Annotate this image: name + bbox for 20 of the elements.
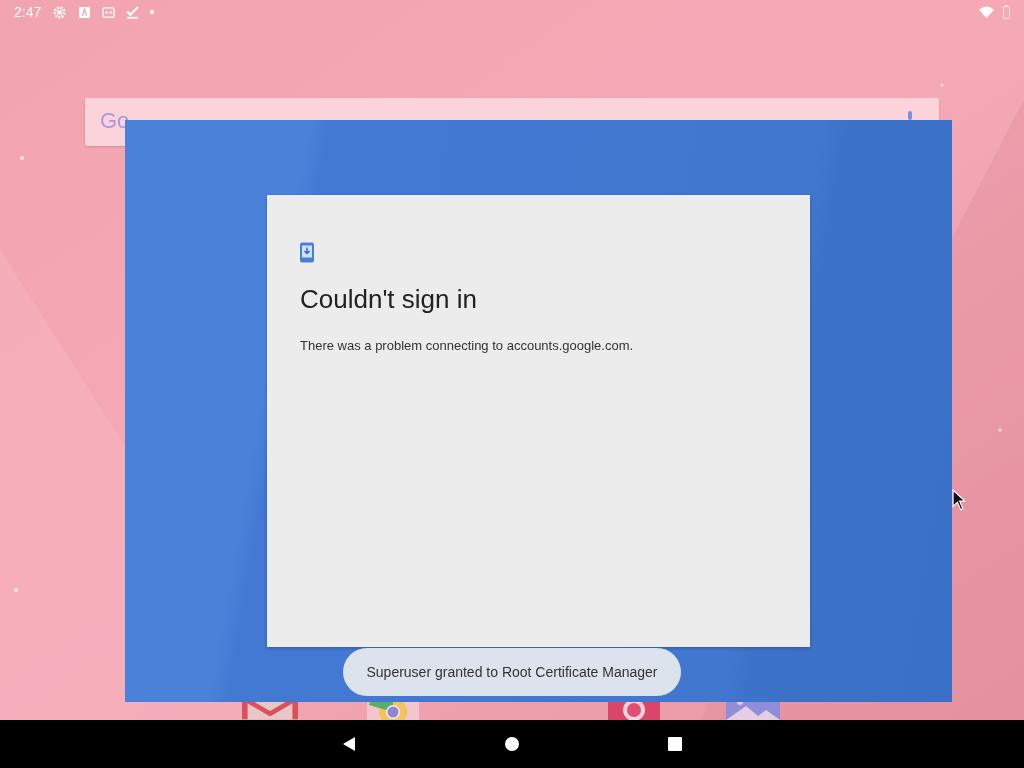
toast-message: Superuser granted to Root Certificate Manager xyxy=(343,648,681,696)
home-icon[interactable] xyxy=(504,736,520,752)
dialog-title: Couldn't sign in xyxy=(300,284,478,315)
gear-icon xyxy=(52,4,68,20)
battery-icon xyxy=(1003,5,1010,19)
dot-icon xyxy=(150,10,155,14)
recents-icon[interactable] xyxy=(667,736,683,752)
mouse-cursor-icon xyxy=(952,489,965,511)
browser-icon[interactable] xyxy=(365,700,421,720)
status-time: 2:47 xyxy=(14,4,42,20)
phone-download-icon xyxy=(300,240,314,265)
keyboard-icon xyxy=(78,5,92,19)
caption-icon xyxy=(102,5,116,19)
check-icon xyxy=(126,5,140,19)
microphone-icon[interactable] xyxy=(906,111,914,120)
gallery-icon[interactable] xyxy=(725,700,781,720)
back-icon[interactable] xyxy=(341,736,357,752)
wifi-icon xyxy=(979,4,994,20)
camera-icon[interactable] xyxy=(606,700,662,720)
dialog-message: There was a problem connecting to accounts.google.com. xyxy=(300,338,635,353)
